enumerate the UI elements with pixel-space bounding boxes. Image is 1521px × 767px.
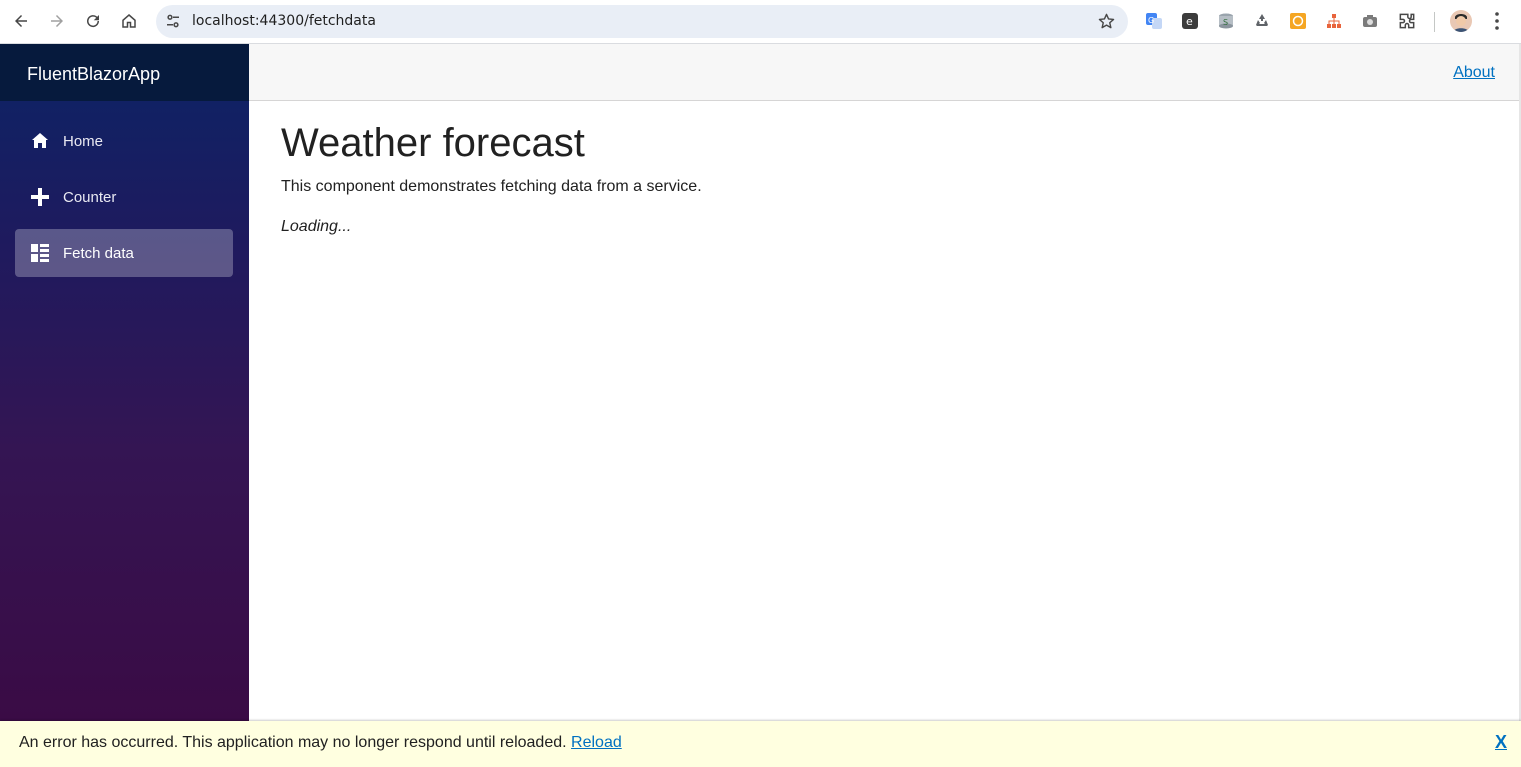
home-icon	[32, 133, 48, 148]
arrow-right-icon	[51, 15, 63, 27]
list-icon	[31, 244, 49, 262]
sitemap-icon[interactable]	[1324, 11, 1344, 31]
reload-page-button[interactable]	[79, 7, 107, 35]
back-button[interactable]	[7, 7, 35, 35]
refresh-icon	[87, 15, 100, 28]
arrow-left-icon	[15, 15, 27, 27]
dismiss-error-button[interactable]: X	[1495, 732, 1507, 753]
svg-text:e: e	[1186, 15, 1193, 28]
forward-button[interactable]	[43, 7, 71, 35]
page-description: This component demonstrates fetching dat…	[281, 178, 702, 195]
browser-toolbar: localhost:44300/fetchdata G e S	[0, 0, 1521, 44]
more-vert-icon[interactable]	[1487, 9, 1507, 33]
puzzle-icon[interactable]	[1397, 11, 1417, 31]
top-row: About	[249, 44, 1521, 101]
nav-item-label: Fetch data	[63, 245, 134, 262]
site-settings-icon[interactable]	[164, 12, 182, 30]
error-text: An error has occurred. This application …	[19, 734, 567, 751]
translate-icon[interactable]: G	[1144, 11, 1164, 31]
database-icon[interactable]: S	[1216, 11, 1236, 31]
svg-text:G: G	[1148, 16, 1154, 25]
nav-item-fetch-data[interactable]: Fetch data	[15, 229, 233, 277]
plus-icon	[31, 188, 49, 206]
app-brand[interactable]: FluentBlazorApp	[0, 44, 249, 101]
nav-item-label: Counter	[63, 189, 117, 206]
url-text[interactable]: localhost:44300/fetchdata	[192, 13, 376, 29]
camera-icon[interactable]	[1360, 11, 1380, 31]
house-outline-icon	[122, 14, 136, 28]
bookmark-star-icon[interactable]	[1097, 12, 1116, 31]
evernote-icon[interactable]: e	[1180, 11, 1200, 31]
recycle-icon[interactable]	[1252, 11, 1272, 31]
sidebar: FluentBlazorApp Home Counter Fetch data	[0, 44, 249, 721]
blazor-error-ui: An error has occurred. This application …	[0, 721, 1521, 767]
nav-item-label: Home	[63, 133, 104, 150]
orange-badge-icon[interactable]	[1288, 11, 1308, 31]
nav-item-counter[interactable]: Counter	[15, 173, 233, 221]
toolbar-divider	[1434, 12, 1435, 32]
svg-text:S: S	[1223, 18, 1228, 27]
reload-link[interactable]: Reload	[571, 734, 622, 751]
nav-item-home[interactable]: Home	[15, 117, 233, 165]
error-message: An error has occurred. This application …	[19, 734, 622, 752]
address-bar[interactable]: localhost:44300/fetchdata	[156, 5, 1128, 38]
home-page-button[interactable]	[115, 7, 143, 35]
profile-avatar[interactable]	[1450, 10, 1472, 32]
loading-text: Loading...	[281, 218, 352, 235]
about-link[interactable]: About	[1453, 64, 1495, 82]
page-title: Weather forecast	[281, 121, 585, 165]
